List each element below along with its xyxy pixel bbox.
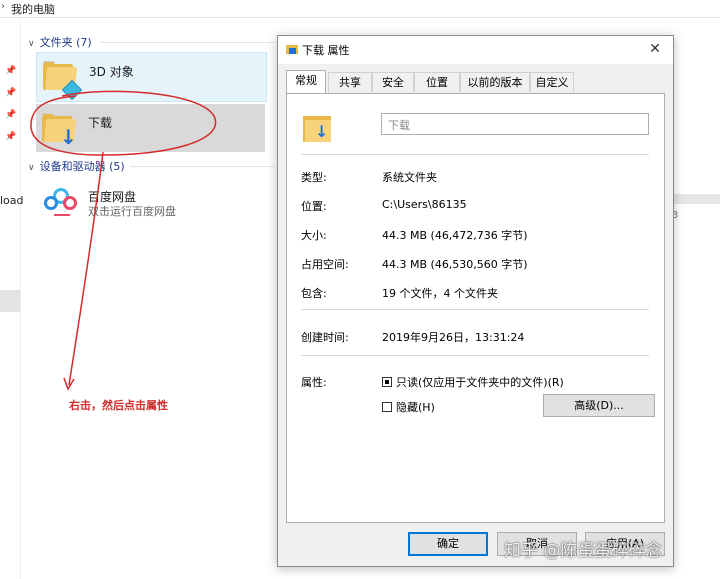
disk-size-value: 44.3 MB (46,530,560 字节) [382,258,528,271]
ok-button[interactable]: 确定 [408,532,488,556]
readonly-label[interactable]: 只读(仅应用于文件夹中的文件)(R) [396,374,564,390]
created-label: 创建时间: [301,331,349,344]
dialog-title: 下载 属性 [302,44,350,57]
divider [301,309,649,310]
hidden-checkbox[interactable] [382,402,392,412]
divider [301,355,649,356]
watermark: 知乎 @陈蛋蛋碎碎念 [504,541,663,561]
dialog-titlebar[interactable]: 下载 属性 ✕ [278,36,673,64]
annotation-arrow-line [68,151,104,386]
location-label: 位置: [301,200,327,213]
tab-general[interactable]: 常规 [286,70,326,94]
contains-value: 19 个文件，4 个文件夹 [382,287,498,300]
location-value: C:\Users\86135 [382,198,467,211]
readonly-checkbox[interactable] [382,377,392,387]
tab-previous-versions[interactable]: 以前的版本 [460,72,530,92]
type-label: 类型: [301,171,327,184]
folder-download-icon [286,43,298,54]
size-value: 44.3 MB (46,472,736 字节) [382,229,528,242]
annotation-ellipse [30,90,217,156]
tab-location[interactable]: 位置 [414,72,460,92]
annotation-text: 右击，然后点击属性 [69,399,168,412]
tab-security[interactable]: 安全 [372,72,414,92]
folder-name-input[interactable]: 下载 [381,113,649,135]
attributes-label: 属性: [301,376,327,389]
type-value: 系统文件夹 [382,171,437,184]
hidden-label[interactable]: 隐藏(H) [396,399,435,415]
tab-sharing[interactable]: 共享 [328,72,372,92]
advanced-button[interactable]: 高级(D)... [543,394,655,417]
close-icon[interactable]: ✕ [643,38,667,60]
folder-download-icon: ↓ [303,112,333,142]
general-panel: ↓ 下载 类型: 系统文件夹 位置: C:\Users\86135 大小: 44… [286,93,665,523]
tab-customize[interactable]: 自定义 [530,72,574,92]
size-label: 大小: [301,229,327,242]
divider [301,154,649,155]
contains-label: 包含: [301,287,327,300]
disk-size-label: 占用空间: [301,258,349,271]
created-value: 2019年9月26日，13:31:24 [382,331,525,344]
properties-dialog: 下载 属性 ✕ 常规 共享 安全 位置 以前的版本 自定义 ↓ 下载 类型: 系… [277,35,674,567]
